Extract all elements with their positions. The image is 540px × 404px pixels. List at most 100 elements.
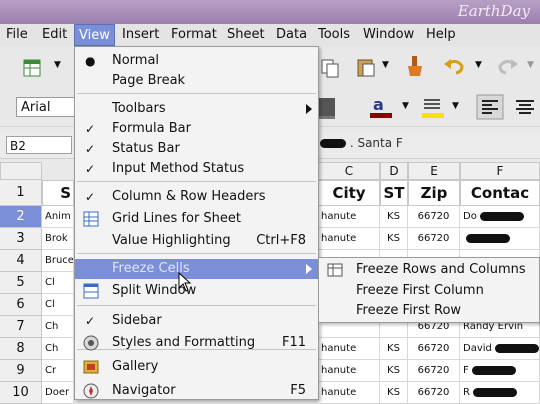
row-header-10[interactable]: 10 bbox=[0, 382, 42, 404]
menu-data[interactable]: Data bbox=[276, 27, 307, 42]
row-header-5[interactable]: 5 bbox=[0, 272, 42, 294]
header-cell-b[interactable]: S bbox=[42, 180, 74, 206]
table-cell[interactable]: Brok bbox=[42, 228, 74, 250]
table-cell[interactable]: Anim bbox=[42, 206, 74, 228]
menu-sheet[interactable]: Sheet bbox=[227, 27, 265, 42]
table-cell[interactable] bbox=[460, 228, 540, 250]
view-menu-item-sidebar[interactable]: ✓ Sidebar bbox=[75, 311, 318, 331]
menu-tools[interactable]: Tools bbox=[318, 27, 350, 42]
table-cell[interactable]: Do bbox=[460, 206, 540, 228]
table-cell[interactable]: hanute bbox=[318, 382, 380, 404]
row-header-4[interactable]: 4 bbox=[0, 250, 42, 272]
undo-icon[interactable] bbox=[442, 56, 466, 76]
table-cell[interactable]: 66720 bbox=[408, 338, 460, 360]
align-center-icon[interactable] bbox=[512, 94, 538, 120]
name-box[interactable]: B2 bbox=[6, 136, 72, 154]
table-cell[interactable]: 66720 bbox=[408, 228, 460, 250]
view-menu-item-toolbars[interactable]: Toolbars bbox=[75, 99, 318, 119]
row-header-8[interactable]: 8 bbox=[0, 338, 42, 360]
highlight-icon[interactable] bbox=[316, 96, 338, 120]
table-cell[interactable]: Cl bbox=[42, 272, 74, 294]
new-spreadsheet-icon[interactable] bbox=[22, 58, 42, 78]
clone-formatting-icon[interactable] bbox=[404, 54, 426, 78]
column-header-e[interactable]: E bbox=[408, 162, 460, 180]
view-menu-item-page-break[interactable]: Page Break bbox=[75, 71, 318, 91]
table-cell[interactable]: hanute bbox=[318, 206, 380, 228]
table-cell[interactable]: KS bbox=[380, 228, 408, 250]
copy-icon[interactable] bbox=[320, 58, 340, 78]
view-menu-item-navigator[interactable]: Navigator F5 bbox=[75, 381, 318, 401]
column-header-c[interactable]: C bbox=[318, 162, 380, 180]
view-menu-item-status-bar[interactable]: ✓ Status Bar bbox=[75, 139, 318, 159]
view-menu-item-styles-and-formatting[interactable]: Styles and Formatting F11 bbox=[75, 333, 318, 353]
column-header-f[interactable]: F bbox=[460, 162, 540, 180]
table-cell[interactable]: 66720 bbox=[408, 360, 460, 382]
corner-cell[interactable] bbox=[0, 162, 42, 180]
table-cell[interactable]: KS bbox=[380, 338, 408, 360]
menu-help[interactable]: Help bbox=[426, 27, 456, 42]
table-cell[interactable]: KS bbox=[380, 206, 408, 228]
table-cell[interactable]: KS bbox=[380, 382, 408, 404]
font-name-input[interactable]: Arial bbox=[16, 97, 76, 117]
view-menu-item-column-row-headers[interactable]: ✓ Column & Row Headers bbox=[75, 187, 318, 207]
view-menu-item-grid-lines-for-sheet[interactable]: Grid Lines for Sheet bbox=[75, 209, 318, 229]
freeze-first-column-item[interactable]: Freeze First Column bbox=[319, 281, 539, 301]
column-header-d[interactable]: D bbox=[380, 162, 408, 180]
freeze-first-row-item[interactable]: Freeze First Row bbox=[319, 301, 539, 321]
table-cell[interactable]: Cl bbox=[42, 294, 74, 316]
view-menu-item-formula-bar[interactable]: ✓ Formula Bar bbox=[75, 119, 318, 139]
redo-dropdown-icon[interactable]: ▼ bbox=[527, 60, 534, 70]
align-left-icon[interactable] bbox=[476, 94, 504, 120]
view-menu-item-split-window[interactable]: Split Window bbox=[75, 281, 318, 301]
view-menu-item-normal[interactable]: ● Normal bbox=[75, 51, 318, 71]
background-color-icon[interactable] bbox=[420, 94, 446, 120]
table-cell[interactable]: KS bbox=[380, 360, 408, 382]
row-header-7[interactable]: 7 bbox=[0, 316, 42, 338]
redacted-text bbox=[320, 139, 346, 148]
table-cell[interactable]: F bbox=[460, 360, 540, 382]
menu-file[interactable]: File bbox=[6, 27, 28, 42]
view-menu-item-input-method-status[interactable]: ✓ Input Method Status bbox=[75, 159, 318, 179]
dropdown-arrow-icon[interactable]: ▼ bbox=[54, 60, 61, 70]
row-header-3[interactable]: 3 bbox=[0, 228, 42, 250]
row-header-1[interactable]: 1 bbox=[0, 180, 42, 206]
font-color-icon[interactable]: a bbox=[368, 94, 396, 120]
header-cell-contact[interactable]: Contac bbox=[460, 180, 540, 206]
row-header-6[interactable]: 6 bbox=[0, 294, 42, 316]
table-cell[interactable]: Cr bbox=[42, 360, 74, 382]
menu-view[interactable]: View bbox=[74, 24, 115, 46]
header-cell-st[interactable]: ST bbox=[380, 180, 408, 206]
paste-icon[interactable] bbox=[355, 56, 377, 78]
table-cell[interactable]: Ch bbox=[42, 338, 74, 360]
header-cell-city[interactable]: City bbox=[318, 180, 380, 206]
table-cell[interactable]: Doer bbox=[42, 382, 74, 404]
menu-window[interactable]: Window bbox=[363, 27, 414, 42]
redo-icon[interactable] bbox=[496, 56, 520, 76]
paste-dropdown-icon[interactable]: ▼ bbox=[382, 60, 389, 70]
table-cell[interactable]: hanute bbox=[318, 360, 380, 382]
row-header-2[interactable]: 2 bbox=[0, 206, 42, 228]
view-menu-item-gallery[interactable]: Gallery bbox=[75, 357, 318, 377]
view-menu-item-value-highlighting[interactable]: Value Highlighting Ctrl+F8 bbox=[75, 231, 318, 251]
table-cell[interactable]: David bbox=[460, 338, 540, 360]
table-cell[interactable]: hanute bbox=[318, 228, 380, 250]
row-header-9[interactable]: 9 bbox=[0, 360, 42, 382]
formula-input[interactable]: . Santa F bbox=[320, 136, 403, 150]
font-color-dropdown-icon[interactable]: ▼ bbox=[402, 101, 409, 111]
table-cell[interactable]: Ch bbox=[42, 316, 74, 338]
menu-edit[interactable]: Edit bbox=[42, 27, 67, 42]
menu-format[interactable]: Format bbox=[171, 27, 217, 42]
redacted-text bbox=[466, 233, 510, 243]
shortcut-label: F11 bbox=[281, 335, 306, 350]
table-cell[interactable]: 66720 bbox=[408, 206, 460, 228]
header-cell-zip[interactable]: Zip bbox=[408, 180, 460, 206]
undo-dropdown-icon[interactable]: ▼ bbox=[475, 60, 482, 70]
table-cell[interactable]: hanute bbox=[318, 338, 380, 360]
background-color-dropdown-icon[interactable]: ▼ bbox=[452, 101, 459, 111]
freeze-rows-and-columns-item[interactable]: Freeze Rows and Columns bbox=[319, 260, 539, 280]
menu-insert[interactable]: Insert bbox=[122, 27, 159, 42]
view-menu-item-freeze-cells[interactable]: Freeze Cells bbox=[75, 259, 318, 279]
table-cell[interactable]: 66720 bbox=[408, 382, 460, 404]
table-cell[interactable]: R bbox=[460, 382, 540, 404]
table-cell[interactable]: Bruce bbox=[42, 250, 74, 272]
